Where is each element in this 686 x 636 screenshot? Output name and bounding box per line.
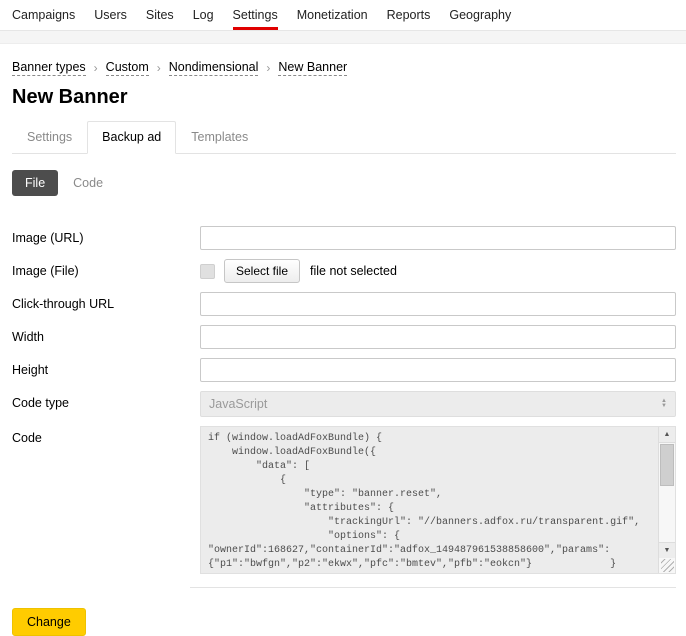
nav-item-settings[interactable]: Settings xyxy=(233,0,278,30)
nav-item-campaigns[interactable]: Campaigns xyxy=(12,0,75,30)
height-label: Height xyxy=(12,358,200,382)
tab-settings[interactable]: Settings xyxy=(12,121,87,154)
page-title: New Banner xyxy=(12,86,676,109)
form-row-width: Width xyxy=(12,325,676,349)
image-file-label: Image (File) xyxy=(12,259,200,283)
backup-ad-form: Image (URL) Image (File) Select file fil… xyxy=(12,226,676,574)
breadcrumb-separator: › xyxy=(94,61,98,75)
tab-templates[interactable]: Templates xyxy=(176,121,263,154)
nav-item-geography[interactable]: Geography xyxy=(449,0,511,30)
nav-item-users[interactable]: Users xyxy=(94,0,127,30)
height-input[interactable] xyxy=(200,358,676,382)
image-file-checkbox[interactable] xyxy=(200,264,215,279)
breadcrumb-link-banner-types[interactable]: Banner types xyxy=(12,60,86,76)
form-row-image-file: Image (File) Select file file not select… xyxy=(12,259,676,283)
page-content: Banner types › Custom › Nondimensional ›… xyxy=(0,60,686,636)
click-url-input[interactable] xyxy=(200,292,676,316)
form-row-click-url: Click-through URL xyxy=(12,292,676,316)
scroll-up-icon[interactable]: ▲ xyxy=(659,427,675,443)
code-type-select[interactable]: JavaScript ▲▼ xyxy=(200,391,676,417)
form-row-height: Height xyxy=(12,358,676,382)
breadcrumb: Banner types › Custom › Nondimensional ›… xyxy=(12,60,676,76)
nav-item-reports[interactable]: Reports xyxy=(387,0,431,30)
code-editor[interactable]: if (window.loadAdFoxBundle) { window.loa… xyxy=(200,426,676,574)
code-scrollbar[interactable]: ▲ ▼ xyxy=(658,427,675,573)
width-input[interactable] xyxy=(200,325,676,349)
code-type-value: JavaScript xyxy=(209,397,267,411)
form-row-code: Code if (window.loadAdFoxBundle) { windo… xyxy=(12,426,676,574)
breadcrumb-link-nondimensional[interactable]: Nondimensional xyxy=(169,60,259,76)
scrollbar-thumb[interactable] xyxy=(660,444,674,486)
top-nav: Campaigns Users Sites Log Settings Monet… xyxy=(0,0,686,31)
select-arrows-icon: ▲▼ xyxy=(661,399,667,409)
code-content[interactable]: if (window.loadAdFoxBundle) { window.loa… xyxy=(201,427,675,574)
code-label: Code xyxy=(12,426,200,450)
scroll-down-icon[interactable]: ▼ xyxy=(659,542,675,558)
resize-grip-icon[interactable] xyxy=(661,559,674,572)
form-divider xyxy=(190,587,676,588)
mode-file-button[interactable]: File xyxy=(12,170,58,196)
file-status-text: file not selected xyxy=(310,264,397,278)
breadcrumb-link-new-banner[interactable]: New Banner xyxy=(278,60,347,76)
nav-separator-band xyxy=(0,31,686,44)
tab-backup-ad[interactable]: Backup ad xyxy=(87,121,176,154)
image-url-input[interactable] xyxy=(200,226,676,250)
breadcrumb-separator: › xyxy=(157,61,161,75)
select-file-button[interactable]: Select file xyxy=(224,259,300,283)
change-button[interactable]: Change xyxy=(12,608,86,636)
breadcrumb-separator: › xyxy=(266,61,270,75)
nav-item-log[interactable]: Log xyxy=(193,0,214,30)
form-row-image-url: Image (URL) xyxy=(12,226,676,250)
form-row-code-type: Code type JavaScript ▲▼ xyxy=(12,391,676,417)
code-type-label: Code type xyxy=(12,391,200,415)
nav-item-sites[interactable]: Sites xyxy=(146,0,174,30)
click-url-label: Click-through URL xyxy=(12,292,200,316)
mode-code-button[interactable]: Code xyxy=(60,170,116,196)
nav-item-monetization[interactable]: Monetization xyxy=(297,0,368,30)
tab-bar: Settings Backup ad Templates xyxy=(12,121,676,154)
width-label: Width xyxy=(12,325,200,349)
image-url-label: Image (URL) xyxy=(12,226,200,250)
breadcrumb-link-custom[interactable]: Custom xyxy=(106,60,149,76)
backup-mode-toggle: File Code xyxy=(12,170,676,196)
